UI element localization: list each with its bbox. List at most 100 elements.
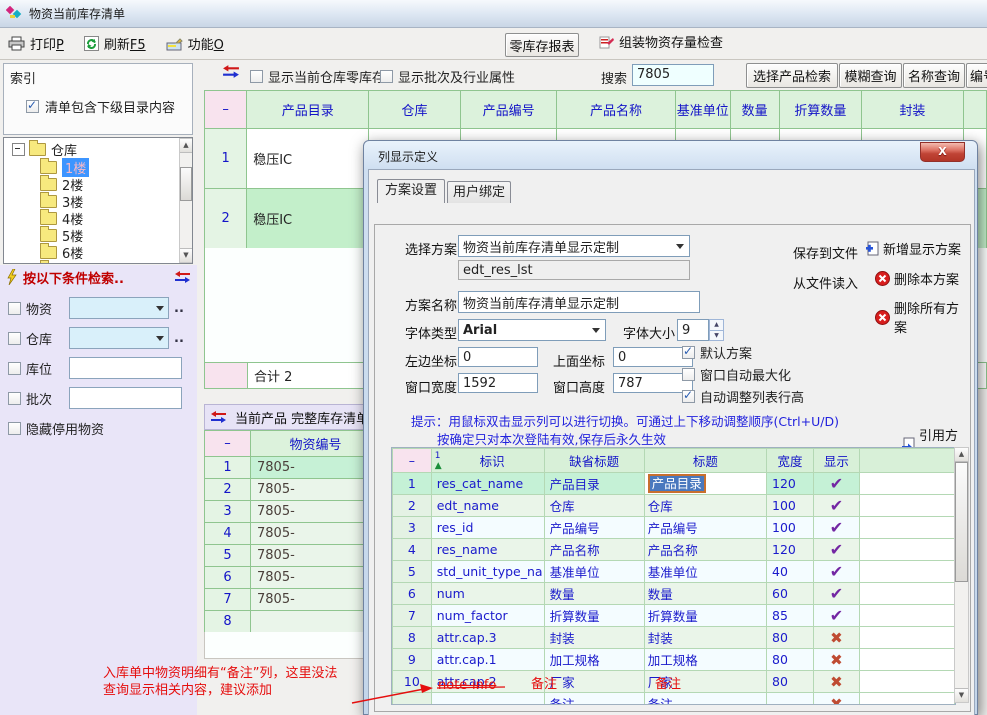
width-cell[interactable]: 60	[767, 583, 814, 605]
spin-down-icon[interactable]: ▼	[710, 330, 723, 341]
scroll-up-icon[interactable]: ▲	[955, 448, 968, 462]
functions-button[interactable]: 功能O	[166, 34, 224, 53]
show-flag-cell[interactable]: ✔	[813, 561, 859, 583]
field-id-cell[interactable]: std_unit_type_na	[431, 561, 544, 583]
grid-column-header[interactable]: 缺省标题	[544, 449, 644, 473]
fuzzy-search-button[interactable]: 模糊查询	[839, 63, 902, 88]
default-scheme-checkbox[interactable]	[682, 346, 695, 359]
column-header[interactable]: 折算数量	[779, 91, 861, 129]
material-id-cell[interactable]: 7805-	[251, 567, 381, 589]
width-cell[interactable]: 85	[767, 605, 814, 627]
tree-item-floor[interactable]: 6楼	[40, 244, 83, 261]
selected-cell-value[interactable]: 产品目录	[648, 474, 706, 493]
default-title-cell[interactable]: 备注	[544, 693, 644, 706]
width-cell[interactable]: 80	[767, 627, 814, 649]
tab-scheme-settings[interactable]: 方案设置	[377, 179, 445, 203]
save-to-file-link[interactable]: 保存到文件	[793, 243, 858, 262]
font-size-stepper[interactable]: ▲ ▼	[709, 319, 724, 341]
title-cell[interactable]: 基准单位	[644, 561, 766, 583]
data-cell[interactable]: 稳压IC	[247, 129, 369, 189]
row-number-cell[interactable]: 1	[205, 129, 247, 189]
field-id-cell[interactable]: attr.cap.3	[431, 627, 544, 649]
include-sub-checkbox[interactable]	[26, 100, 39, 113]
title-cell[interactable]: 加工规格	[644, 649, 766, 671]
column-header[interactable]: 产品目录	[247, 91, 369, 129]
default-title-cell[interactable]: 产品编号	[544, 517, 644, 539]
row-number-cell[interactable]: 7	[393, 605, 432, 627]
filter-checkbox[interactable]	[8, 332, 21, 345]
print-button[interactable]: 打印P	[8, 34, 64, 53]
row-number-cell[interactable]: 8	[393, 627, 432, 649]
row-selector-header[interactable]: –	[205, 431, 251, 457]
default-title-cell[interactable]: 产品目录	[544, 473, 644, 495]
material-id-cell[interactable]: 7805-	[251, 589, 381, 611]
title-cell[interactable]: 仓库	[644, 495, 766, 517]
window-width-input[interactable]: 1592	[458, 373, 538, 393]
table-row[interactable]: 67805-	[205, 567, 381, 589]
row-number-cell[interactable]	[393, 693, 432, 706]
table-row[interactable]: 77805-	[205, 589, 381, 611]
row-number-cell[interactable]: 4	[393, 539, 432, 561]
table-row[interactable]: 47805-	[205, 523, 381, 545]
row-number-cell[interactable]: 1	[205, 457, 251, 479]
width-cell[interactable]: 120	[767, 539, 814, 561]
assembly-check-button[interactable]: 组装物资存量检查	[598, 32, 723, 51]
field-id-cell[interactable]	[431, 693, 544, 706]
zero-stock-report-button[interactable]: 零库存报表	[505, 33, 579, 57]
grid-row[interactable]: 1res_cat_name产品目录产品目录120✔	[393, 473, 955, 495]
column-header[interactable]: 产品编号	[460, 91, 557, 129]
scroll-up-icon[interactable]: ▲	[180, 139, 192, 153]
name-search-button[interactable]: 名称查询	[903, 63, 965, 88]
table-row[interactable]: 8	[205, 611, 381, 633]
width-cell[interactable]: 80	[767, 671, 814, 693]
row-selector-header[interactable]: –	[205, 91, 247, 129]
show-flag-cell[interactable]: ✖	[813, 693, 859, 706]
refresh-button[interactable]: 刷新F5	[84, 34, 146, 53]
grid-row[interactable]: 备注备注✖	[393, 693, 955, 706]
title-cell[interactable]: 数量	[644, 583, 766, 605]
grid-row[interactable]: 7num_factor折算数量折算数量85✔	[393, 605, 955, 627]
swap-columns-icon[interactable]	[174, 270, 191, 284]
title-cell[interactable]: 产品目录	[644, 473, 766, 495]
field-id-cell[interactable]: attr.cap.1	[431, 649, 544, 671]
field-id-cell[interactable]: num_factor	[431, 605, 544, 627]
show-flag-cell[interactable]: ✖	[813, 627, 859, 649]
material-id-cell[interactable]: 7805-	[251, 545, 381, 567]
filter-input[interactable]	[69, 387, 182, 409]
chevron-down-icon[interactable]	[592, 328, 600, 337]
show-flag-cell[interactable]: ✔	[813, 583, 859, 605]
tree-item-floor[interactable]: 1楼	[40, 159, 89, 176]
swap-panel-icon[interactable]	[210, 410, 227, 424]
grid-column-header[interactable]: 显示	[813, 449, 859, 473]
grid-row[interactable]: 9attr.cap.1加工规格加工规格80✖	[393, 649, 955, 671]
material-id-cell[interactable]: 7805-	[251, 501, 381, 523]
show-flag-cell[interactable]: ✖	[813, 671, 859, 693]
width-cell[interactable]	[767, 693, 814, 706]
default-title-cell[interactable]: 数量	[544, 583, 644, 605]
id-search-button[interactable]: 编号查询	[966, 63, 987, 88]
table-row[interactable]: 17805-	[205, 457, 381, 479]
row-selector-header[interactable]: –	[393, 449, 432, 473]
column-header[interactable]: 封装	[862, 91, 964, 129]
data-cell[interactable]: 稳压IC	[247, 189, 369, 249]
delete-all-schemes-button[interactable]: 删除所有方案	[875, 298, 970, 336]
tree-item-floor[interactable]: 3楼	[40, 193, 83, 210]
table-row[interactable]: 27805-	[205, 479, 381, 501]
row-number-cell[interactable]: 7	[205, 589, 251, 611]
filter-input[interactable]	[69, 357, 182, 379]
read-from-file-link[interactable]: 从文件读入	[793, 273, 858, 292]
filter-checkbox[interactable]	[8, 362, 21, 375]
row-number-cell[interactable]: 2	[205, 189, 247, 249]
show-flag-cell[interactable]: ✔	[813, 605, 859, 627]
auto-row-height-checkbox[interactable]	[682, 390, 695, 403]
field-id-cell[interactable]: res_name	[431, 539, 544, 561]
row-number-cell[interactable]: 6	[393, 583, 432, 605]
show-flag-cell[interactable]: ✔	[813, 517, 859, 539]
filter-combo[interactable]	[69, 297, 169, 319]
title-cell[interactable]: 产品名称	[644, 539, 766, 561]
delete-scheme-button[interactable]: 删除本方案	[875, 269, 959, 288]
column-header[interactable]: 物资编号	[251, 431, 381, 457]
tree-expander-icon[interactable]	[12, 143, 25, 156]
row-number-cell[interactable]: 3	[205, 501, 251, 523]
close-icon[interactable]: X	[920, 142, 965, 162]
